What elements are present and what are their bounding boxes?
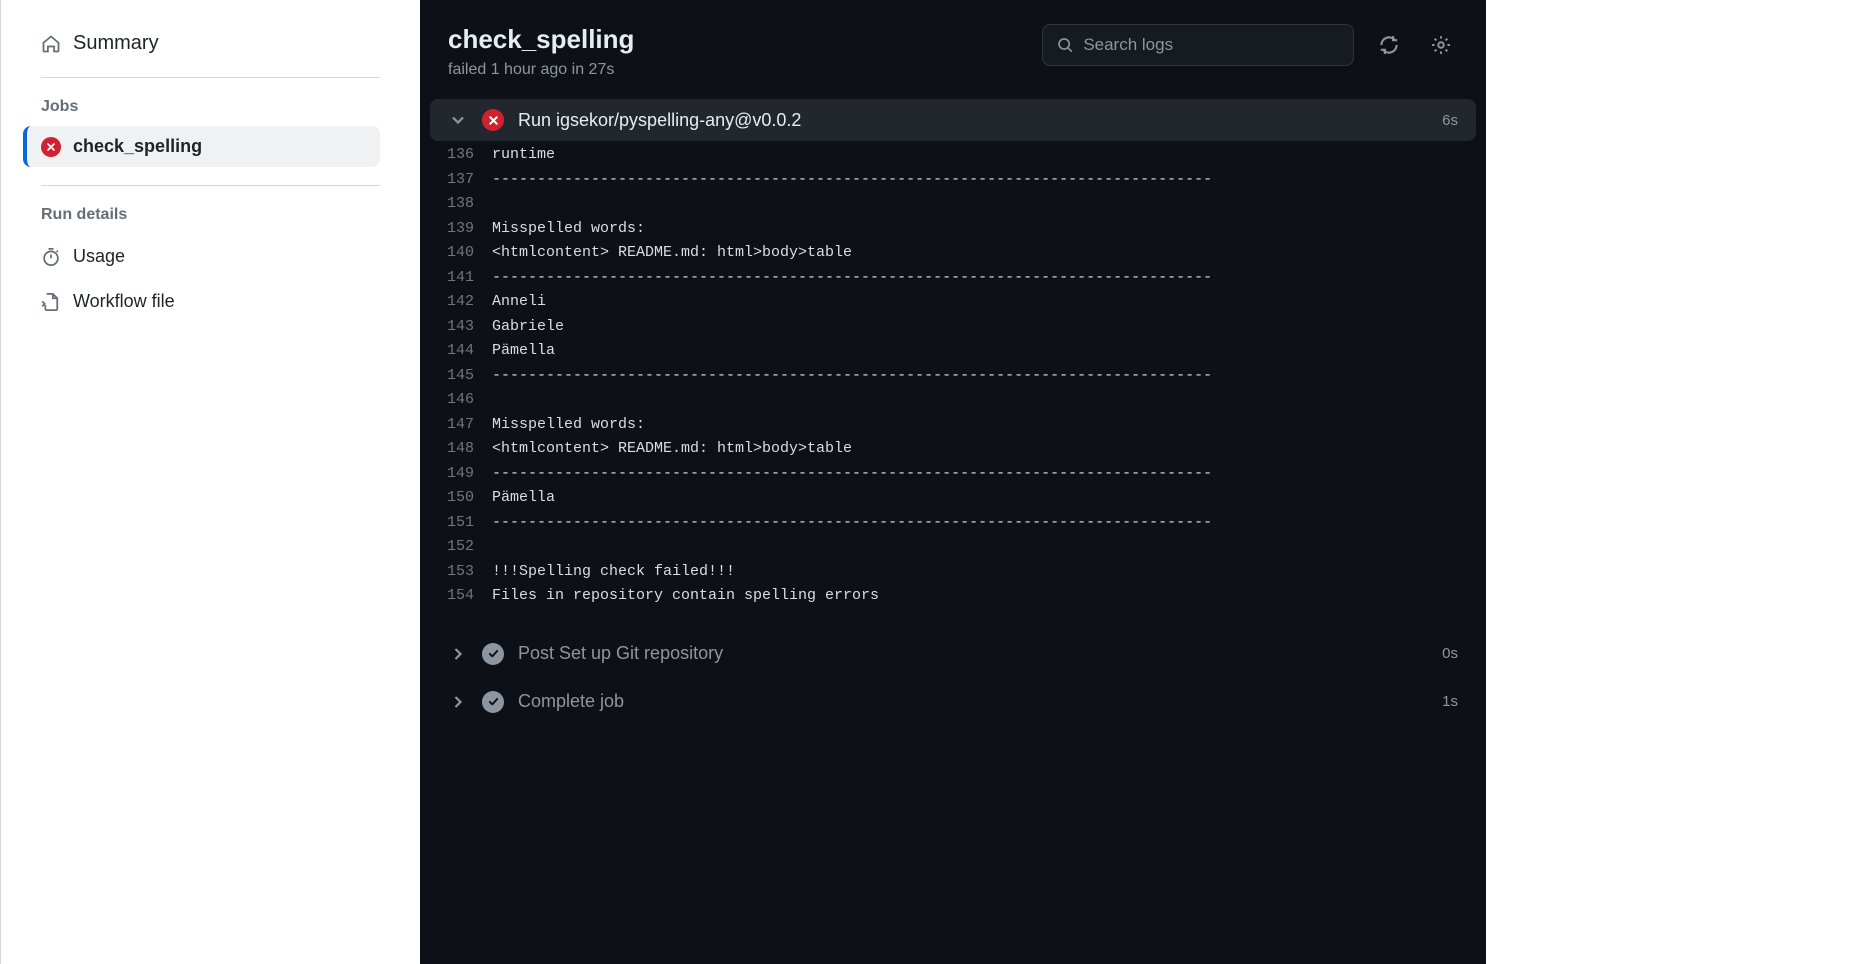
job-subtitle: failed 1 hour ago in 27s <box>448 61 634 79</box>
log-line: 150Pämella <box>420 486 1486 511</box>
header-left: check_spelling failed 1 hour ago in 27s <box>448 24 634 79</box>
run-details-heading: Run details <box>41 196 380 234</box>
chevron-right-icon <box>448 644 468 664</box>
step-complete-job[interactable]: Complete job 1s <box>430 681 1476 723</box>
step-run-pyspelling[interactable]: Run igsekor/pyspelling-any@v0.0.2 6s <box>430 99 1476 141</box>
log-line: 139Misspelled words: <box>420 217 1486 242</box>
log-line: 146 <box>420 388 1486 413</box>
step-duration: 1s <box>1442 693 1458 710</box>
log-line: 143Gabriele <box>420 315 1486 340</box>
step-title: Run igsekor/pyspelling-any@v0.0.2 <box>518 110 1428 131</box>
log-line: 154Files in repository contain spelling … <box>420 584 1486 609</box>
step-title: Complete job <box>518 691 1428 712</box>
step-duration: 0s <box>1442 645 1458 662</box>
check-icon <box>482 691 504 713</box>
fail-icon <box>41 137 61 157</box>
log-line: 147Misspelled words: <box>420 413 1486 438</box>
search-input[interactable] <box>1083 35 1339 55</box>
log-line: 142Anneli <box>420 290 1486 315</box>
chevron-down-icon <box>448 110 468 130</box>
job-title: check_spelling <box>448 24 634 55</box>
rerun-button[interactable] <box>1372 28 1406 62</box>
log-line: 141-------------------------------------… <box>420 266 1486 291</box>
log-line: 137-------------------------------------… <box>420 168 1486 193</box>
workflow-file-link[interactable]: Workflow file <box>41 279 380 324</box>
step-duration: 6s <box>1442 112 1458 129</box>
sidebar: Summary Jobs check_spelling Run details … <box>0 0 420 964</box>
step-title: Post Set up Git repository <box>518 643 1428 664</box>
jobs-heading: Jobs <box>41 88 380 126</box>
workflow-file-icon <box>41 292 61 312</box>
log-line: 145-------------------------------------… <box>420 364 1486 389</box>
log-line: 148<htmlcontent> README.md: html>body>ta… <box>420 437 1486 462</box>
log-line: 149-------------------------------------… <box>420 462 1486 487</box>
main-panel: check_spelling failed 1 hour ago in 27s … <box>420 0 1486 964</box>
step-post-setup[interactable]: Post Set up Git repository 0s <box>430 633 1476 675</box>
fail-icon <box>482 109 504 131</box>
sidebar-job-label: check_spelling <box>73 136 202 157</box>
summary-label: Summary <box>73 32 159 55</box>
header-right <box>1042 24 1458 66</box>
log-line: 136runtime <box>420 143 1486 168</box>
divider <box>41 77 380 78</box>
log-output[interactable]: 136runtime137---------------------------… <box>420 141 1486 627</box>
stopwatch-icon <box>41 247 61 267</box>
summary-link[interactable]: Summary <box>41 20 380 67</box>
check-icon <box>482 643 504 665</box>
chevron-right-icon <box>448 692 468 712</box>
refresh-icon <box>1378 34 1400 56</box>
log-line: 140<htmlcontent> README.md: html>body>ta… <box>420 241 1486 266</box>
search-box[interactable] <box>1042 24 1354 66</box>
log-line: 153!!!Spelling check failed!!! <box>420 560 1486 585</box>
log-line: 152 <box>420 535 1486 560</box>
search-icon <box>1057 36 1073 54</box>
sidebar-job-check-spelling[interactable]: check_spelling <box>23 126 380 167</box>
settings-button[interactable] <box>1424 28 1458 62</box>
divider <box>41 185 380 186</box>
gear-icon <box>1430 34 1452 56</box>
log-line: 138 <box>420 192 1486 217</box>
usage-link[interactable]: Usage <box>41 234 380 279</box>
usage-label: Usage <box>73 246 125 267</box>
log-line: 144Pämella <box>420 339 1486 364</box>
workflow-file-label: Workflow file <box>73 291 175 312</box>
home-icon <box>41 34 61 54</box>
job-header: check_spelling failed 1 hour ago in 27s <box>420 0 1486 99</box>
log-line: 151-------------------------------------… <box>420 511 1486 536</box>
